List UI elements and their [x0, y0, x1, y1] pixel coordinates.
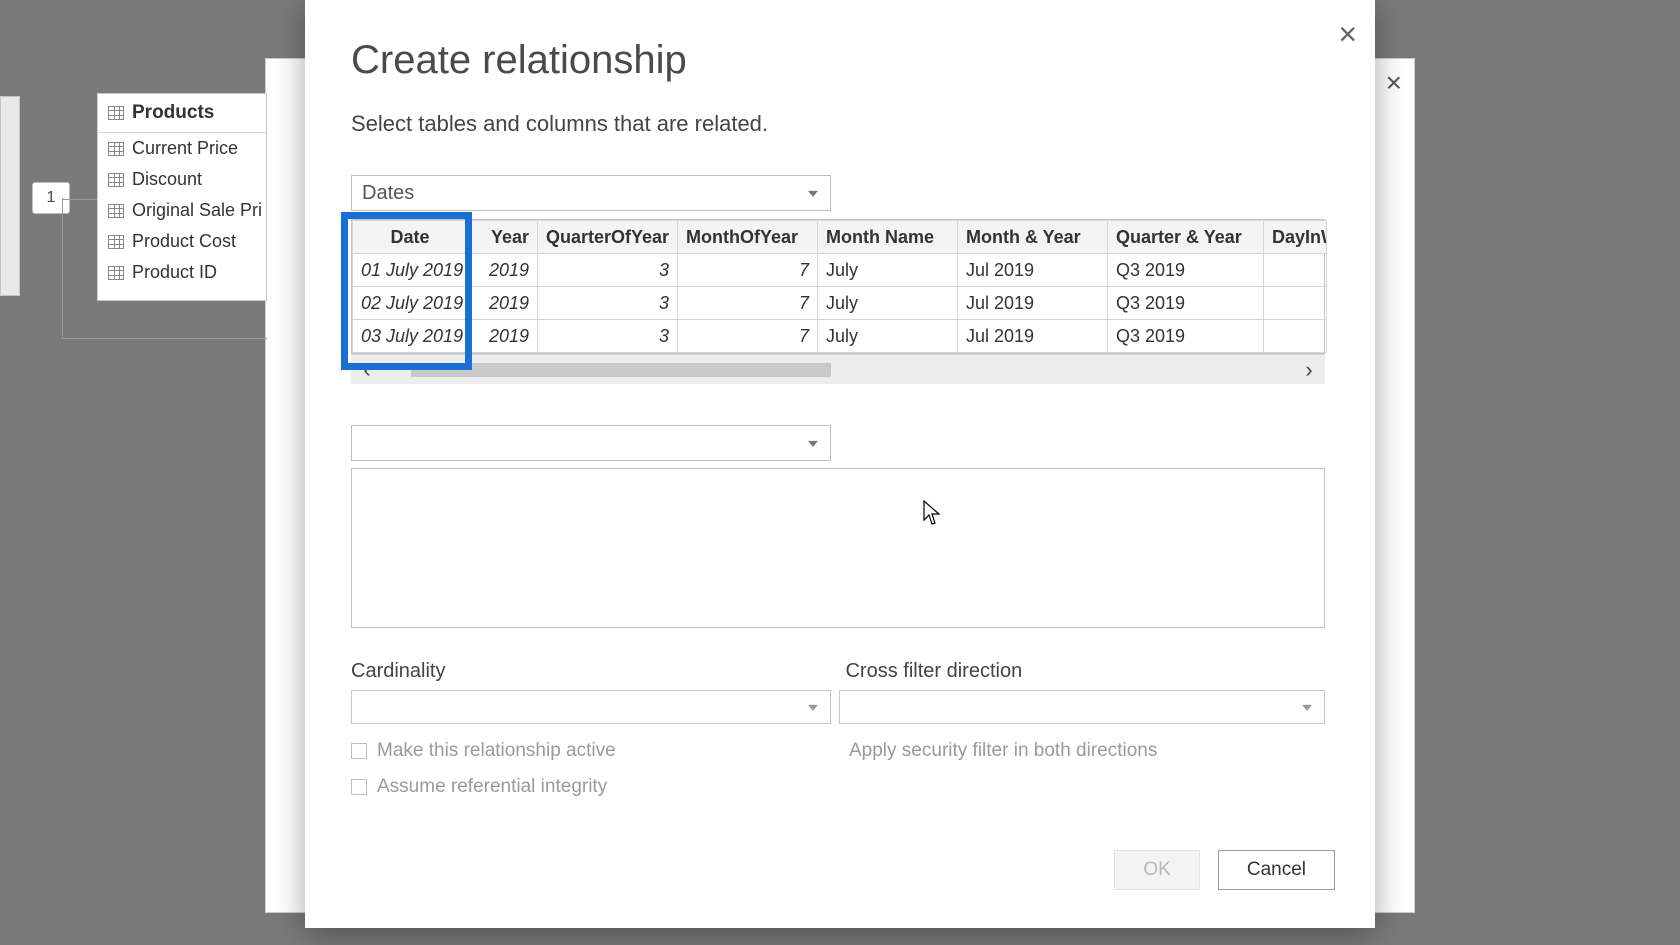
first-table-select-value: Dates — [362, 182, 414, 205]
relationship-connector-badge: 1 — [32, 182, 70, 214]
scrollbar-track[interactable] — [383, 363, 1293, 377]
second-table-preview — [351, 468, 1325, 628]
cell: 02 July 2019 — [353, 287, 468, 320]
table-row[interactable]: 01 July 2019 2019 3 7 July Jul 2019 Q3 2… — [353, 254, 1327, 287]
ok-button[interactable]: OK — [1114, 850, 1199, 890]
col-header[interactable]: Date — [353, 221, 468, 254]
field-row[interactable]: Product ID — [98, 257, 266, 288]
checkbox-make-active[interactable]: Make this relationship active — [351, 740, 1325, 762]
cell — [1264, 320, 1327, 353]
cell: July — [818, 254, 958, 287]
field-row[interactable]: Product Cost — [98, 226, 266, 257]
col-header[interactable]: Month Name — [818, 221, 958, 254]
cell: 3 — [538, 287, 678, 320]
checkbox-icon — [351, 743, 367, 759]
chevron-down-icon — [808, 191, 818, 197]
cell: 7 — [678, 320, 818, 353]
products-table-title: Products — [132, 102, 214, 124]
cell: 3 — [538, 254, 678, 287]
cell: 2019 — [468, 254, 538, 287]
table-row[interactable]: 02 July 2019 2019 3 7 July Jul 2019 Q3 2… — [353, 287, 1327, 320]
table-icon — [108, 106, 124, 120]
cell: July — [818, 320, 958, 353]
checkbox-referential-integrity[interactable]: Assume referential integrity — [351, 776, 1325, 798]
close-icon[interactable]: × — [1338, 16, 1357, 53]
checkbox-label: Make this relationship active — [377, 740, 616, 762]
products-table-card[interactable]: Products Current Price Discount Original… — [97, 93, 267, 301]
field-label: Discount — [132, 169, 202, 190]
cell: Jul 2019 — [958, 254, 1108, 287]
left-edge-stub — [0, 96, 20, 296]
relationship-connector-line — [62, 338, 267, 339]
chevron-down-icon — [1302, 705, 1312, 711]
preview-horizontal-scrollbar[interactable]: ‹ › — [351, 354, 1325, 384]
column-icon — [108, 235, 124, 249]
cell — [1264, 254, 1327, 287]
chevron-right-icon[interactable]: › — [1293, 357, 1325, 383]
chevron-left-icon[interactable]: ‹ — [351, 357, 383, 383]
products-table-header: Products — [98, 94, 266, 133]
cell: Q3 2019 — [1108, 320, 1264, 353]
cardinality-label: Cardinality — [351, 660, 445, 683]
checkbox-icon — [351, 779, 367, 795]
cell: 3 — [538, 320, 678, 353]
col-header[interactable]: DayInW — [1264, 221, 1327, 254]
field-row[interactable]: Current Price — [98, 133, 266, 164]
field-label: Product ID — [132, 262, 217, 283]
crossfilter-label: Cross filter direction — [845, 660, 1022, 683]
cancel-button[interactable]: Cancel — [1218, 850, 1335, 890]
close-icon[interactable]: × — [1386, 67, 1402, 99]
second-table-select[interactable] — [351, 425, 831, 461]
cell: Q3 2019 — [1108, 287, 1264, 320]
scrollbar-thumb[interactable] — [411, 363, 831, 377]
col-header[interactable]: Month & Year — [958, 221, 1108, 254]
cell: 2019 — [468, 287, 538, 320]
cell: July — [818, 287, 958, 320]
field-label: Current Price — [132, 138, 238, 159]
first-table-preview[interactable]: Date Year QuarterOfYear MonthOfYear Mont… — [351, 219, 1325, 354]
cell — [1264, 287, 1327, 320]
chevron-down-icon — [808, 441, 818, 447]
cell: 03 July 2019 — [353, 320, 468, 353]
field-row[interactable]: Discount — [98, 164, 266, 195]
cell: 7 — [678, 287, 818, 320]
chevron-down-icon — [808, 705, 818, 711]
cell: Q3 2019 — [1108, 254, 1264, 287]
column-icon — [108, 173, 124, 187]
cell: 7 — [678, 254, 818, 287]
checkbox-label: Assume referential integrity — [377, 776, 607, 798]
cell: Jul 2019 — [958, 320, 1108, 353]
column-icon — [108, 266, 124, 280]
col-header[interactable]: MonthOfYear — [678, 221, 818, 254]
crossfilter-select[interactable] — [839, 690, 1325, 724]
create-relationship-dialog: × Create relationship Select tables and … — [305, 0, 1375, 928]
column-icon — [108, 204, 124, 218]
cell: 2019 — [468, 320, 538, 353]
col-header[interactable]: Quarter & Year — [1108, 221, 1264, 254]
first-table-select[interactable]: Dates — [351, 175, 831, 211]
cardinality-select[interactable] — [351, 690, 831, 724]
field-label: Original Sale Pri — [132, 200, 262, 221]
column-icon — [108, 142, 124, 156]
field-row[interactable]: Original Sale Pri — [98, 195, 266, 226]
relationship-connector-line — [62, 198, 63, 338]
col-header[interactable]: Year — [468, 221, 538, 254]
field-label: Product Cost — [132, 231, 236, 252]
checkbox-label: Apply security filter in both directions — [849, 740, 1157, 762]
checkbox-security-filter[interactable]: Apply security filter in both directions — [839, 740, 1157, 762]
dialog-title: Create relationship — [351, 38, 1375, 83]
cell: 01 July 2019 — [353, 254, 468, 287]
cell: Jul 2019 — [958, 287, 1108, 320]
dialog-subtitle: Select tables and columns that are relat… — [351, 111, 1375, 137]
relationship-connector-line — [62, 199, 102, 200]
table-row[interactable]: 03 July 2019 2019 3 7 July Jul 2019 Q3 2… — [353, 320, 1327, 353]
col-header[interactable]: QuarterOfYear — [538, 221, 678, 254]
